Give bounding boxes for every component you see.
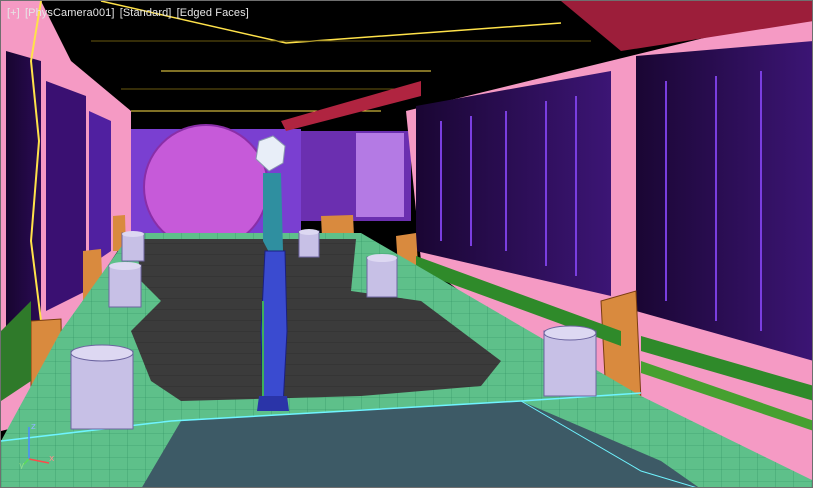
- viewport-physcamera[interactable]: [+] [PhysCamera001] [Standard] [Edged Fa…: [0, 0, 813, 488]
- axis-z-label: z: [31, 422, 36, 432]
- barrel-far-left: [121, 231, 145, 262]
- barrel-mid-left: [108, 262, 142, 308]
- barrel-mid-right: [366, 254, 398, 298]
- axis-x-label: x: [49, 454, 55, 464]
- axis-tripod: z x y: [19, 422, 55, 469]
- camera-label-button[interactable]: [PhysCamera001]: [25, 7, 115, 19]
- scene-render[interactable]: [1, 1, 813, 488]
- display-mode-button[interactable]: [Edged Faces]: [177, 7, 249, 19]
- barrel-front-right: [543, 325, 597, 397]
- barrel-front-left: [70, 344, 134, 430]
- shading-mode-button[interactable]: [Standard]: [120, 7, 172, 19]
- axis-y-label: y: [19, 461, 25, 469]
- barrel-far-right: [298, 229, 320, 258]
- viewport-menu-button[interactable]: [+]: [7, 7, 20, 19]
- viewport-label[interactable]: [+] [PhysCamera001] [Standard] [Edged Fa…: [7, 7, 249, 19]
